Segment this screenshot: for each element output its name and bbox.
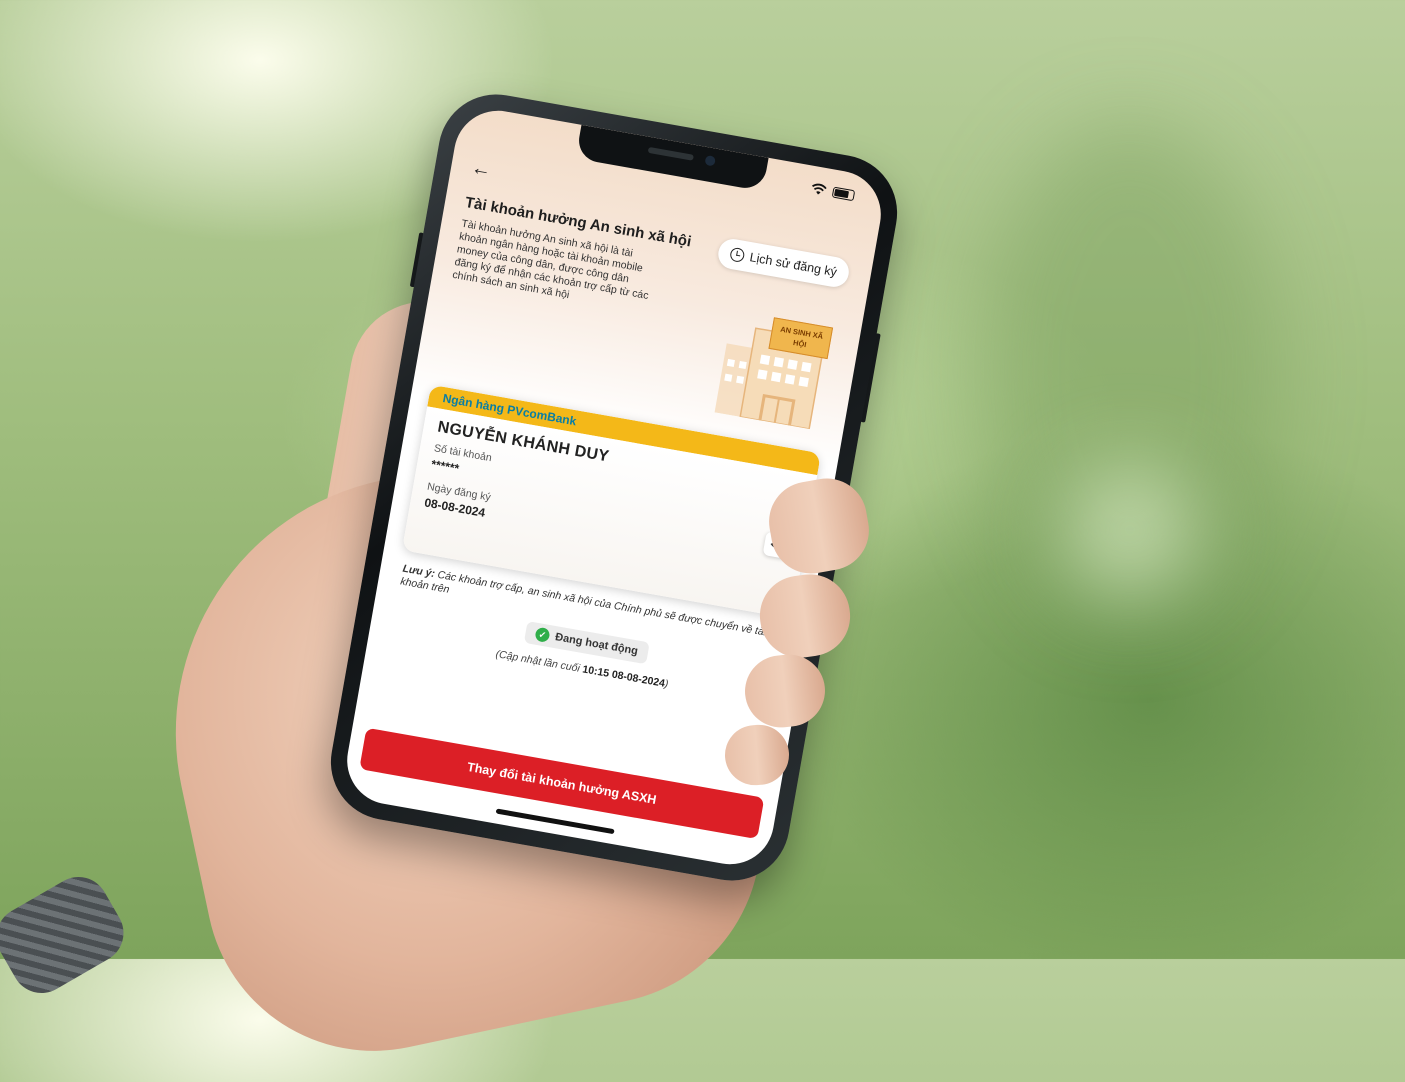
back-icon[interactable]: ←	[469, 157, 494, 183]
watch-strap	[0, 866, 135, 1004]
speaker	[647, 146, 694, 161]
last-updated-prefix: (Cập nhật lần cuối	[494, 648, 581, 675]
last-updated-time: 10:15 08-08-2024	[581, 663, 666, 690]
history-icon	[728, 246, 746, 263]
camera	[704, 154, 716, 167]
last-updated-suffix: )	[663, 677, 670, 691]
status-label: Đang hoạt động	[554, 631, 639, 658]
wifi-icon	[812, 183, 827, 195]
background-blur-light	[1060, 460, 1200, 600]
check-icon: ✓	[534, 626, 551, 643]
status-bar	[810, 182, 856, 201]
history-button[interactable]: Lịch sử đăng ký	[715, 236, 852, 290]
history-button-label: Lịch sử đăng ký	[748, 250, 838, 280]
battery-icon	[831, 186, 856, 201]
